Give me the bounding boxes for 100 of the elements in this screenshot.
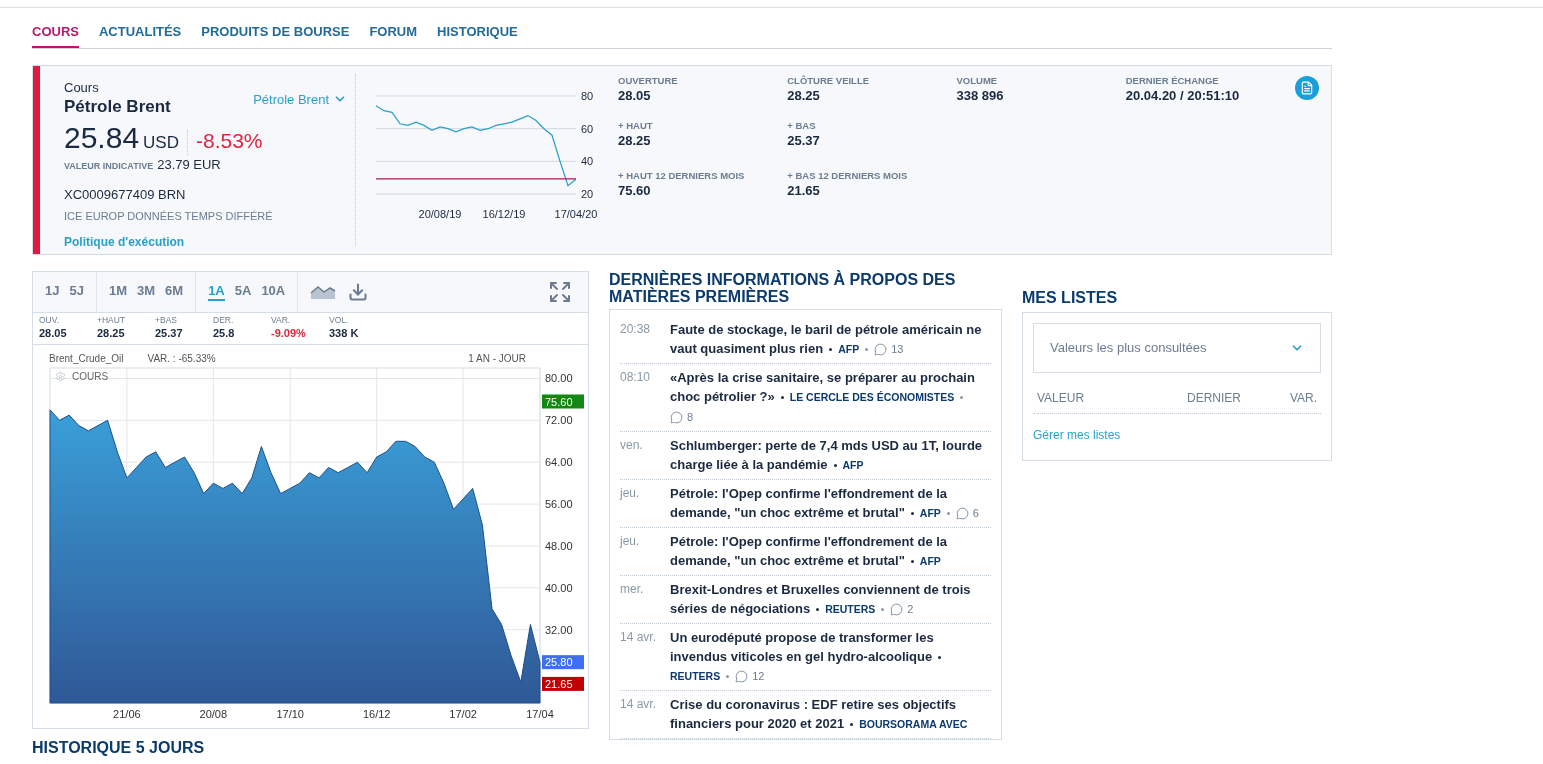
stat-label: + HAUT 12 DERNIERS MOIS (618, 170, 746, 181)
news-source[interactable]: LE CERCLE DES ÉCONOMISTES (789, 390, 955, 403)
stat-value: 75.60 (618, 181, 652, 200)
stat-value: 28.25 (787, 86, 821, 105)
comment-count[interactable]: 2 (890, 599, 914, 619)
stat-label: +HAUT (97, 314, 127, 325)
stat-value: 338 896 (956, 86, 1005, 105)
quote-caption: Cours (64, 78, 100, 97)
stat-value: 25.8 (213, 325, 236, 341)
news-source[interactable]: BOURSORAMA AVEC (859, 717, 968, 730)
stat-value: 28.25 (97, 325, 126, 341)
news-time: 14 avr. (620, 695, 658, 713)
nav-tab[interactable]: PRODUITS DE BOURSE (201, 22, 350, 48)
stat-label: CLÔTURE VEILLE (787, 75, 871, 86)
speech-bubble-icon (890, 602, 904, 616)
stat-value: 25.37 (155, 325, 184, 341)
comment-count[interactable]: 6 (955, 503, 979, 523)
instrument-code: Brent_Crude_Oil (49, 351, 124, 366)
news-source[interactable]: AFP (919, 554, 941, 567)
list-select[interactable]: Valeurs les plus consultées (1033, 322, 1321, 373)
news-headline[interactable]: Schlumberger: perte de 7,4 mds USD au 1T, lourde charge liée à la pandémie AFP (670, 435, 991, 475)
news-source[interactable]: AFP (842, 458, 864, 471)
range-label: 1 AN - JOUR (468, 351, 526, 366)
stat-label: +BAS (155, 314, 178, 325)
indicative-label: VALEUR INDICATIVE (64, 160, 154, 173)
price-tag: 25.80 (542, 654, 584, 669)
axis-label: 40.00 (545, 581, 573, 594)
news-source[interactable]: AFP (919, 506, 941, 519)
column-header: VAR. (1288, 389, 1317, 407)
download-icon[interactable] (348, 281, 369, 302)
axis-label: 21/06 (113, 707, 141, 720)
period-tab[interactable]: 3M (137, 282, 156, 301)
stat-value: 28.25 (618, 132, 652, 150)
axis-label: 17/04 (526, 707, 554, 720)
period-variation: VAR. : -65.33% (147, 351, 216, 366)
news-time: mer. (620, 580, 645, 598)
axis-label: 80.00 (545, 371, 573, 384)
period-tab[interactable]: 6M (165, 282, 184, 301)
news-source[interactable]: REUTERS (670, 669, 721, 682)
axis-label: 20 (581, 187, 594, 200)
news-headline[interactable]: Un eurodéputé propose de transformer les invendus viticoles en gel hydro-alcoolique REUTERS 12 (670, 627, 991, 686)
axis-label: 56.00 (545, 497, 573, 510)
comment-count[interactable]: 13 (874, 339, 904, 359)
stat-label: VOL. (329, 314, 350, 325)
isin-code: XC0009677409 BRN (64, 185, 187, 204)
axis-label: 60 (581, 122, 594, 135)
news-time: 08:10 (620, 368, 652, 386)
price-value: 25.84 (64, 121, 140, 155)
axis-label: 16/12 (362, 707, 391, 720)
speech-bubble-icon (874, 342, 888, 356)
news-headline[interactable]: Brexit-Londres et Bruxelles conviennent de trois séries de négociations REUTERS 2 (670, 579, 991, 619)
axis-label: 80 (581, 89, 594, 102)
indicative-value: 23.79 EUR (157, 156, 221, 174)
stat-value: 25.37 (787, 132, 821, 150)
nav-tab[interactable]: FORUM (369, 22, 418, 48)
fullscreen-icon[interactable] (548, 279, 572, 304)
news-headline[interactable]: Faute de stockage, le baril de pétrole américain ne vaut quasiment plus rien AFP 13 (670, 319, 991, 359)
axis-label: 17/04/20 (554, 207, 598, 220)
section-title: MES LISTES (1022, 287, 1119, 308)
instrument-selector[interactable]: Pétrole Brent (253, 89, 347, 109)
price-tag: 75.60 (542, 394, 584, 408)
stat-label: DER. (213, 314, 235, 325)
comment-count[interactable]: 8 (670, 407, 694, 427)
period-tab[interactable]: 1J (45, 282, 60, 301)
news-source[interactable]: REUTERS (825, 602, 876, 615)
news-time: ven. (620, 436, 644, 454)
news-headline[interactable]: Pétrole: l'Opep confirme l'effondrement de la demande, "un choc extrême et brutal" AFP 6 (670, 483, 991, 523)
period-tab[interactable]: 10A (261, 282, 286, 301)
news-time: jeu. (620, 532, 641, 550)
legend-label: COURS (72, 369, 109, 384)
instrument-name: Pétrole Brent (64, 97, 171, 117)
news-headline[interactable]: «Après la crise sanitaire, se préparer au prochain choc pétrolier ?» LE CERCLE DES ÉCONOMISTES 8 (670, 367, 991, 427)
price-tag: 21.65 (542, 676, 584, 691)
news-source[interactable]: AFP (838, 342, 860, 355)
nav-tab[interactable]: ACTUALITÉS (98, 22, 182, 48)
axis-label: 32.00 (545, 623, 573, 636)
stat-label: + BAS 12 DERNIERS MOIS (787, 170, 909, 181)
currency: USD (143, 130, 188, 156)
manage-lists-link[interactable]: Gérer mes listes (1033, 425, 1321, 444)
axis-label: 20/08 (199, 707, 228, 720)
axis-label: 16/12/19 (482, 207, 526, 220)
stat-label: + HAUT (618, 121, 654, 131)
document-icon[interactable] (1295, 75, 1319, 100)
news-time: 20:38 (620, 320, 652, 338)
news-headline[interactable]: Crise du coronavirus : EDF retire ses objectifs financiers pour 2020 et 2021 BOURSORAMA AVEC (670, 694, 991, 734)
axis-label: 17/02 (449, 707, 477, 720)
nav-tab[interactable]: HISTORIQUE (437, 22, 518, 48)
axis-label: 17/10 (276, 707, 304, 720)
news-headline[interactable]: Pétrole: l'Opep confirme l'effondrement de la demande, "un choc extrême et brutal" AFP (670, 531, 991, 571)
speech-bubble-icon (735, 669, 749, 683)
price-change: -8.53% (196, 128, 263, 154)
comment-count[interactable]: 12 (735, 666, 765, 686)
area-chart-icon[interactable] (310, 283, 337, 300)
period-tab[interactable]: 1M (108, 282, 127, 301)
axis-label: 48.00 (545, 539, 573, 552)
stat-value: 28.05 (39, 325, 68, 341)
period-tab[interactable]: 5A (234, 282, 252, 301)
period-tab[interactable]: 5J (69, 282, 84, 301)
nav-tab[interactable]: COURS (32, 22, 79, 48)
stat-label: VOLUME (956, 75, 999, 86)
